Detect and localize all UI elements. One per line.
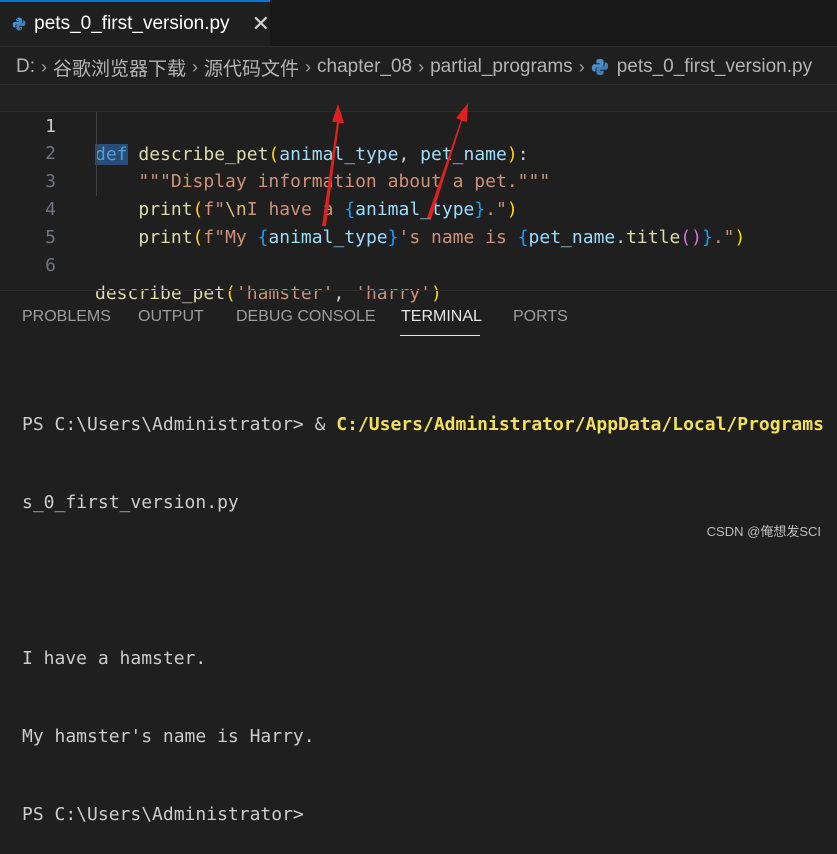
tab-bar: pets_0_first_version.py ✕: [0, 0, 837, 47]
chevron-right-icon: ›: [41, 56, 47, 77]
code-line-6[interactable]: 6 describe_pet('hamster', 'harry'): [0, 224, 837, 304]
terminal-line: I have a hamster.: [22, 646, 837, 672]
watermark: CSDN @俺想发SCI: [706, 524, 821, 539]
code-line-2[interactable]: 2 """Display information about a pet.""": [0, 112, 837, 192]
python-file-icon: [591, 58, 608, 76]
breadcrumb-folder-chapter[interactable]: chapter_08: [317, 56, 412, 78]
chevron-right-icon: ›: [192, 56, 199, 77]
chevron-right-icon: ›: [578, 56, 585, 77]
command-wrap: s_0_first_version.py: [22, 492, 239, 513]
panel-tab-bar: PROBLEMS OUTPUT DEBUG CONSOLE TERMINAL P…: [0, 300, 837, 340]
code-line-1[interactable]: 1 def describe_pet(animal_type, pet_name…: [0, 84, 837, 165]
code-editor[interactable]: 1 def describe_pet(animal_type, pet_name…: [0, 84, 837, 304]
terminal-output[interactable]: PS C:\Users\Administrator> & C:/Users/Ad…: [22, 360, 837, 854]
tab-title: pets_0_first_version.py: [34, 13, 230, 34]
code-line-4[interactable]: 4 print(f"My {animal_type}'s name is {pe…: [0, 168, 837, 248]
tab-ports[interactable]: PORTS: [513, 308, 568, 326]
close-icon[interactable]: ✕: [252, 12, 270, 37]
code-line-3[interactable]: 3 print(f"\nI have a {animal_type}."): [0, 140, 837, 220]
panel-divider: [0, 290, 837, 291]
command-path: C:/Users/Administrator/AppData/Local/Pro…: [336, 414, 824, 435]
chevron-right-icon: ›: [305, 56, 312, 77]
breadcrumb-file[interactable]: pets_0_first_version.py: [617, 56, 812, 78]
tab-output[interactable]: OUTPUT: [138, 308, 204, 326]
terminal-line: My hamster's name is Harry.: [22, 724, 837, 750]
terminal-line: PS C:\Users\Administrator> & C:/Users/Ad…: [22, 412, 837, 438]
indent-guide: [96, 112, 97, 196]
program-output: I have a hamster.: [22, 648, 207, 669]
tab-terminal[interactable]: TERMINAL: [401, 308, 482, 326]
breadcrumb-drive[interactable]: D:: [16, 56, 35, 78]
line-number: 6: [45, 255, 56, 276]
tab-debug-console[interactable]: DEBUG CONSOLE: [236, 308, 376, 326]
program-output: My hamster's name is Harry.: [22, 726, 315, 747]
breadcrumb: D: › 谷歌浏览器下载 › 源代码文件 › chapter_08 › part…: [0, 50, 837, 84]
terminal-prompt: PS C:\Users\Administrator> &: [22, 414, 337, 435]
breadcrumb-folder-downloads[interactable]: 谷歌浏览器下载: [53, 54, 186, 81]
terminal-line: PS C:\Users\Administrator>: [22, 802, 837, 828]
breadcrumb-folder-partial[interactable]: partial_programs: [430, 56, 573, 78]
editor-tab[interactable]: pets_0_first_version.py ✕: [0, 0, 270, 46]
breadcrumb-folder-source[interactable]: 源代码文件: [204, 54, 299, 81]
code-line-5[interactable]: 5: [0, 196, 837, 248]
terminal-line: s_0_first_version.py: [22, 490, 837, 516]
chevron-right-icon: ›: [418, 56, 425, 77]
terminal-prompt: PS C:\Users\Administrator>: [22, 804, 304, 825]
tab-problems[interactable]: PROBLEMS: [22, 308, 111, 326]
python-file-icon: [12, 17, 26, 31]
active-tab-indicator: [400, 335, 480, 336]
